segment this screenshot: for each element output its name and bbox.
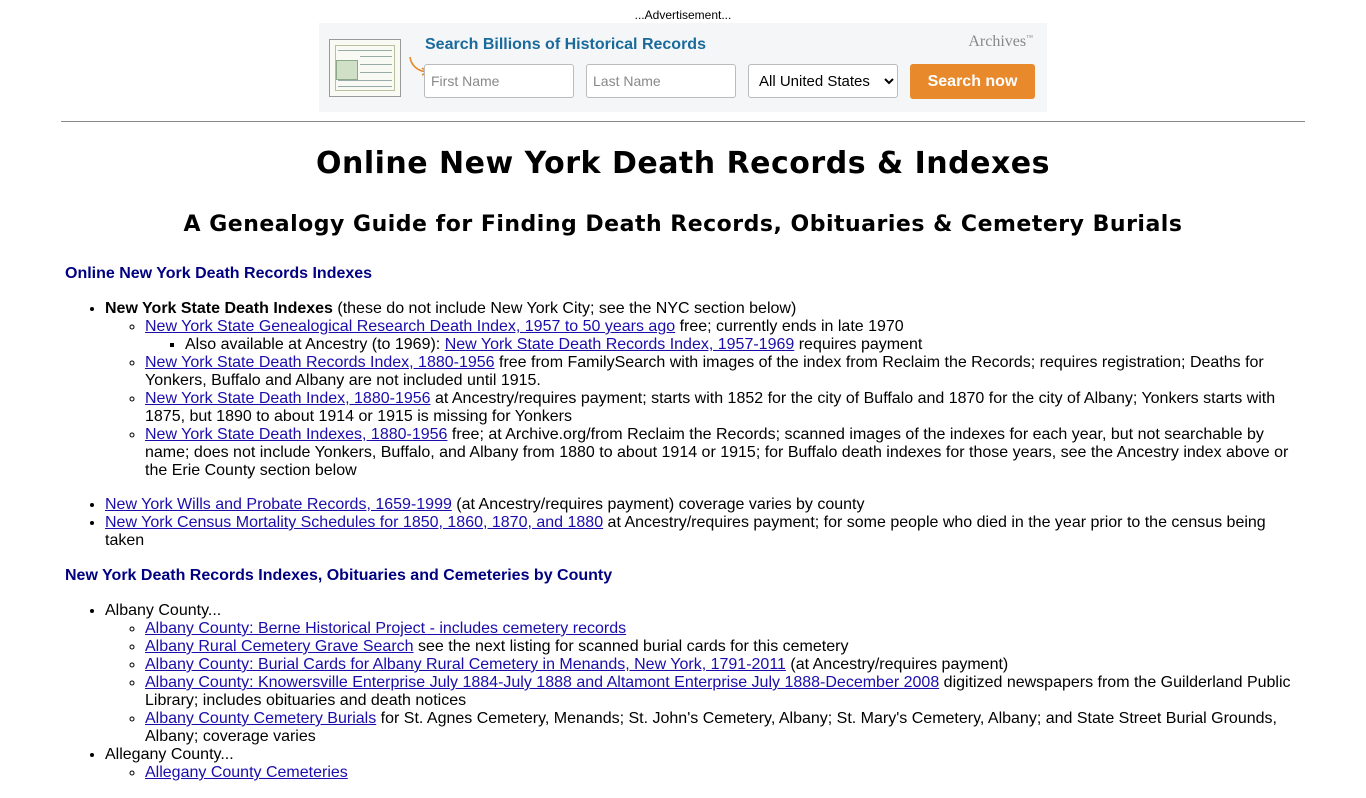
certificate-thumbnail-icon	[329, 39, 401, 97]
list-item: New York Census Mortality Schedules for …	[105, 514, 1305, 550]
list-item: Albany County: Berne Historical Project …	[145, 620, 1305, 638]
list-item: Albany County Cemetery Burials for St. A…	[145, 710, 1305, 746]
county-list: Albany County... Albany County: Berne Hi…	[65, 602, 1305, 782]
section-heading-by-county: New York Death Records Indexes, Obituari…	[65, 567, 613, 584]
list-item-albany: Albany County... Albany County: Berne Hi…	[105, 602, 1305, 746]
county-label: Albany County...	[105, 602, 222, 619]
link-wills-probate[interactable]: New York Wills and Probate Records, 1659…	[105, 496, 452, 513]
list-item: Albany County: Burial Cards for Albany R…	[145, 656, 1305, 674]
state-index-list: New York State Death Indexes (these do n…	[65, 300, 1305, 550]
list-item: New York Wills and Probate Records, 1659…	[105, 496, 1305, 514]
archives-logo: Archives™	[968, 33, 1033, 50]
list-item: New York State Death Index, 1880-1956 at…	[145, 390, 1305, 426]
search-now-button[interactable]: Search now	[910, 64, 1035, 99]
link-prefix: Also available at Ancestry (to 1969):	[185, 336, 445, 353]
last-name-input[interactable]	[586, 64, 736, 98]
link-note: (at Ancestry/requires payment) coverage …	[451, 496, 865, 513]
list-item-title: New York State Death Indexes	[105, 300, 333, 317]
link-note: (at Ancestry/requires payment)	[785, 656, 1009, 673]
list-item-note: (these do not include New York City; see…	[332, 300, 797, 317]
link-census-mortality[interactable]: New York Census Mortality Schedules for …	[105, 514, 603, 531]
sub-list: Albany County: Berne Historical Project …	[105, 620, 1305, 746]
link-death-records-index-1957-1969[interactable]: New York State Death Records Index, 1957…	[445, 336, 795, 353]
section-heading-state-indexes: Online New York Death Records Indexes	[65, 265, 373, 282]
link-note: free; currently ends in late 1970	[675, 318, 904, 335]
advertisement-label: ...Advertisement...	[634, 8, 732, 22]
sub-sub-list: Also available at Ancestry (to 1969): Ne…	[145, 336, 1305, 354]
ad-title: Search Billions of Historical Records	[425, 36, 706, 53]
list-item: Albany Rural Cemetery Grave Search see t…	[145, 638, 1305, 656]
region-select[interactable]: All United States	[748, 64, 898, 98]
link-albany-cemetery-burials[interactable]: Albany County Cemetery Burials	[145, 710, 376, 727]
list-item: Also available at Ancestry (to 1969): Ne…	[185, 336, 1305, 354]
list-item: Albany County: Knowersville Enterprise J…	[145, 674, 1305, 710]
list-item: New York State Death Indexes, 1880-1956 …	[145, 426, 1305, 480]
list-item-allegany: Allegany County... Allegany County Cemet…	[105, 746, 1305, 782]
divider	[61, 121, 1305, 122]
list-item: Allegany County Cemeteries	[145, 764, 1305, 782]
link-berne-historical[interactable]: Albany County: Berne Historical Project …	[145, 620, 626, 637]
link-note: requires payment	[794, 336, 923, 353]
page-subtitle: A Genealogy Guide for Finding Death Reco…	[183, 212, 1183, 237]
link-death-index-1880-1956[interactable]: New York State Death Index, 1880-1956	[145, 390, 431, 407]
link-burial-cards[interactable]: Albany County: Burial Cards for Albany R…	[145, 656, 786, 673]
link-death-records-index-1880-1956[interactable]: New York State Death Records Index, 1880…	[145, 354, 495, 371]
link-genealogical-death-index[interactable]: New York State Genealogical Research Dea…	[145, 318, 675, 335]
sub-list: Allegany County Cemeteries	[105, 764, 1305, 782]
link-note: see the next listing for scanned burial …	[413, 638, 849, 655]
link-albany-rural-grave-search[interactable]: Albany Rural Cemetery Grave Search	[145, 638, 414, 655]
link-allegany-cemeteries[interactable]: Allegany County Cemeteries	[145, 764, 348, 781]
link-knowersville-enterprise[interactable]: Albany County: Knowersville Enterprise J…	[145, 674, 939, 691]
list-item: New York State Death Indexes (these do n…	[105, 300, 1305, 496]
sub-list: New York State Genealogical Research Dea…	[105, 318, 1305, 480]
page-title: Online New York Death Records & Indexes	[315, 146, 1050, 181]
main-content: Online New York Death Records Indexes Ne…	[65, 264, 1305, 798]
first-name-input[interactable]	[424, 64, 574, 98]
county-label: Allegany County...	[105, 746, 234, 763]
list-item: New York State Death Records Index, 1880…	[145, 354, 1305, 390]
advertisement-banner[interactable]: Search Billions of Historical Records Ar…	[319, 23, 1047, 112]
link-death-indexes-1880-1956[interactable]: New York State Death Indexes, 1880-1956	[145, 426, 447, 443]
list-item: New York State Genealogical Research Dea…	[145, 318, 1305, 354]
